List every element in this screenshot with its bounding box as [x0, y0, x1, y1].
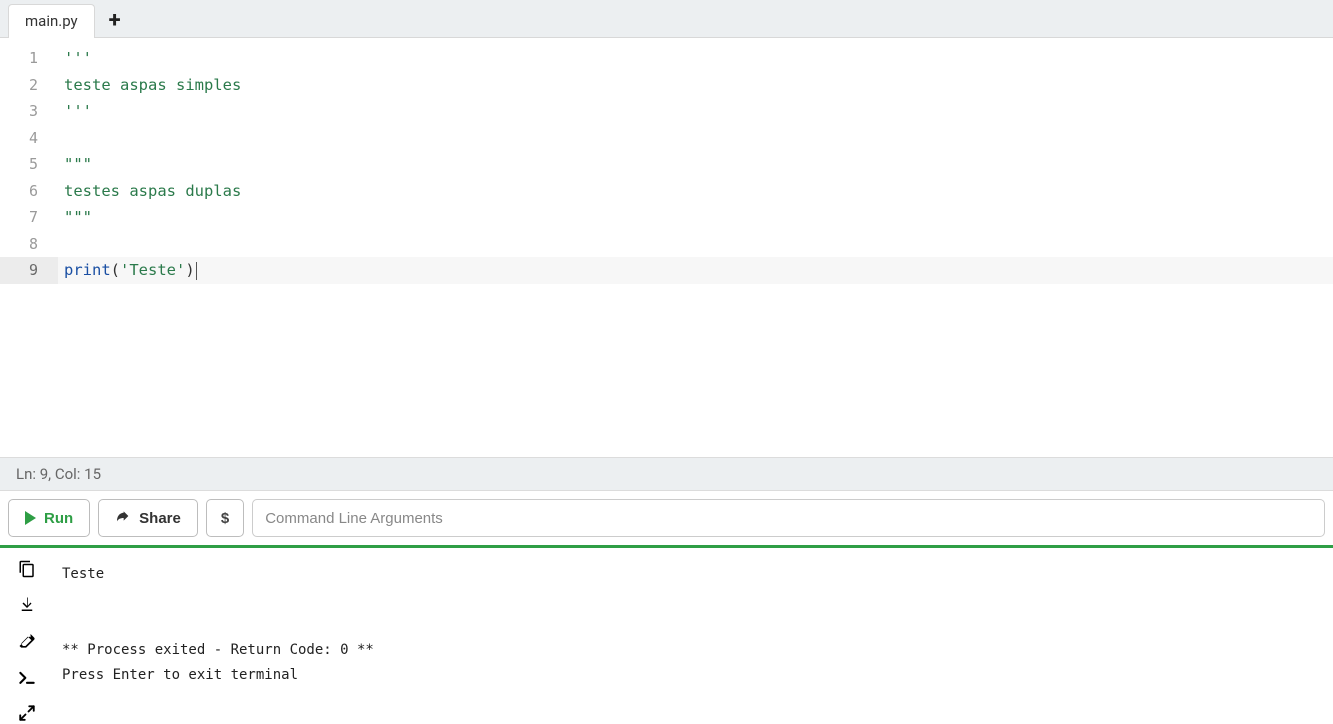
dollar-button[interactable]: $	[206, 499, 244, 537]
line-number: 3	[0, 98, 58, 125]
expand-icon[interactable]	[16, 702, 38, 724]
code-line[interactable]: '''	[58, 45, 1333, 72]
line-number: 6	[0, 178, 58, 205]
text-cursor	[196, 262, 197, 280]
tab-main-py[interactable]: main.py	[8, 4, 95, 38]
line-number: 5	[0, 151, 58, 178]
eraser-icon[interactable]	[16, 630, 38, 652]
dollar-label: $	[221, 510, 229, 527]
line-number: 1	[0, 45, 58, 72]
new-tab-button[interactable]: +	[95, 4, 135, 38]
run-button[interactable]: Run	[8, 499, 90, 537]
command-line-args-input[interactable]	[252, 499, 1325, 537]
play-icon	[25, 511, 36, 525]
terminal-prompt-icon[interactable]	[16, 666, 38, 688]
code-line[interactable]	[58, 231, 1333, 258]
line-number: 4	[0, 125, 58, 152]
tab-bar: main.py +	[0, 0, 1333, 38]
terminal-panel: Teste ** Process exited - Return Code: 0…	[0, 545, 1333, 724]
code-line[interactable]: print('Teste')	[58, 257, 1333, 284]
line-number-gutter: 123456789	[0, 38, 58, 457]
plus-icon: +	[109, 8, 121, 33]
code-editor[interactable]: '''teste aspas simples''' """testes aspas…	[58, 38, 1333, 457]
editor-area: 123456789 '''teste aspas simples''' """te…	[0, 38, 1333, 457]
code-line[interactable]: """	[58, 204, 1333, 231]
copy-icon[interactable]	[16, 558, 38, 580]
line-number: 8	[0, 231, 58, 258]
line-number: 7	[0, 204, 58, 231]
terminal-toolbar	[0, 548, 54, 724]
action-bar: Run Share $	[0, 491, 1333, 545]
code-line[interactable]	[58, 125, 1333, 152]
line-number: 9	[0, 257, 58, 284]
status-bar: Ln: 9, Col: 15	[0, 457, 1333, 491]
share-icon	[115, 508, 131, 529]
share-label: Share	[139, 510, 181, 527]
code-line[interactable]: testes aspas duplas	[58, 178, 1333, 205]
run-label: Run	[44, 510, 73, 527]
code-line[interactable]: teste aspas simples	[58, 72, 1333, 99]
share-button[interactable]: Share	[98, 499, 198, 537]
terminal-output[interactable]: Teste ** Process exited - Return Code: 0…	[54, 548, 1333, 724]
cursor-position: Ln: 9, Col: 15	[16, 465, 101, 483]
code-line[interactable]: """	[58, 151, 1333, 178]
tab-label: main.py	[25, 12, 78, 30]
code-line[interactable]: '''	[58, 98, 1333, 125]
download-icon[interactable]	[16, 594, 38, 616]
line-number: 2	[0, 72, 58, 99]
